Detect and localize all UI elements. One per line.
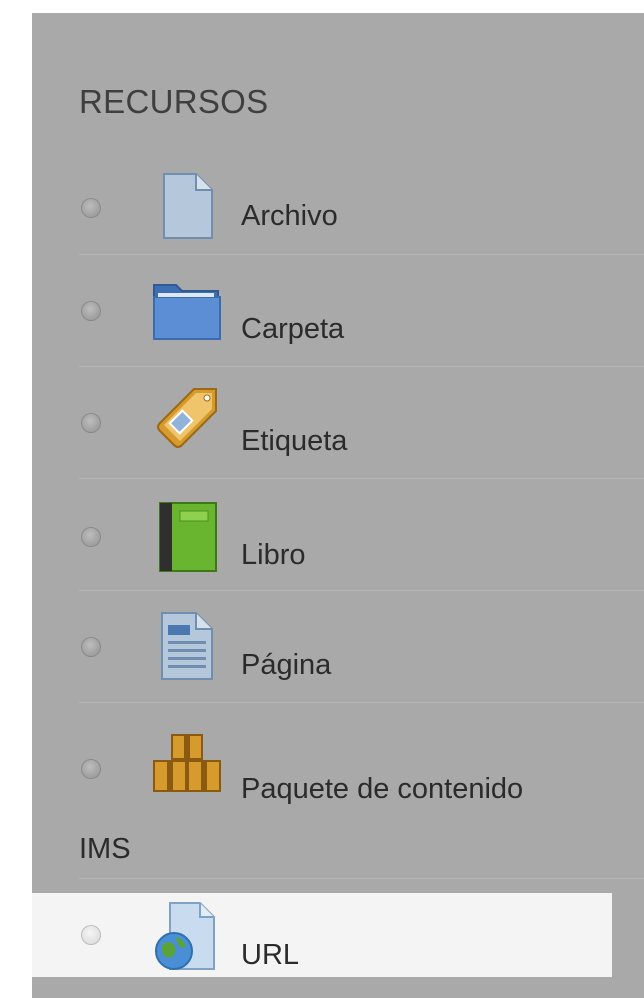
page-icon bbox=[150, 609, 224, 683]
section-title: RECURSOS bbox=[79, 83, 269, 120]
item-label: Página bbox=[241, 649, 332, 681]
list-item-etiqueta[interactable]: Etiqueta bbox=[32, 367, 644, 479]
list-item-libro[interactable]: Libro bbox=[32, 479, 644, 591]
list-item-carpeta[interactable]: Carpeta bbox=[32, 255, 644, 367]
url-icon bbox=[150, 899, 224, 973]
file-icon bbox=[150, 170, 224, 244]
resources-panel: RECURSOS Archivo Carpeta Etiqueta Libro … bbox=[32, 13, 644, 998]
radio-paquete-ims[interactable] bbox=[81, 759, 101, 779]
book-icon bbox=[150, 499, 224, 573]
radio-etiqueta[interactable] bbox=[81, 413, 101, 433]
radio-url[interactable] bbox=[81, 925, 101, 945]
item-label: Paquete de contenido bbox=[241, 773, 524, 805]
item-label: Archivo bbox=[241, 200, 338, 232]
tag-icon bbox=[150, 383, 224, 457]
divider bbox=[79, 878, 644, 879]
folder-icon bbox=[150, 273, 224, 347]
radio-archivo[interactable] bbox=[81, 198, 101, 218]
item-label: Etiqueta bbox=[241, 425, 348, 457]
item-label: URL bbox=[241, 939, 300, 971]
radio-pagina[interactable] bbox=[81, 637, 101, 657]
list-item-paquete-ims[interactable]: Paquete de contenido IMS bbox=[32, 703, 644, 879]
item-label-continued: IMS bbox=[79, 833, 131, 865]
item-label: Libro bbox=[241, 539, 306, 571]
list-item-url[interactable]: URL bbox=[32, 893, 612, 977]
radio-libro[interactable] bbox=[81, 527, 101, 547]
item-label: Carpeta bbox=[241, 313, 345, 345]
list-item-pagina[interactable]: Página bbox=[32, 591, 644, 703]
list-item-archivo[interactable]: Archivo bbox=[32, 160, 644, 255]
radio-carpeta[interactable] bbox=[81, 301, 101, 321]
package-icon bbox=[150, 729, 224, 803]
